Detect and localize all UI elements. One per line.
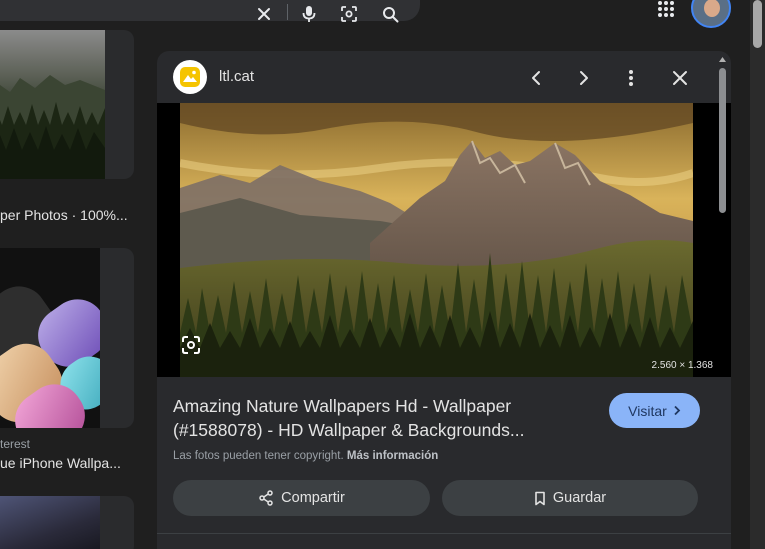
mic-icon[interactable]	[299, 4, 319, 24]
result-thumbnail[interactable]	[0, 248, 134, 428]
clear-search-icon[interactable]	[254, 4, 274, 24]
night-sky-thumbnail-image	[0, 496, 100, 549]
visit-button-label: Visitar	[628, 402, 667, 419]
result-thumbnail[interactable]	[0, 496, 134, 549]
save-button[interactable]: Guardar	[442, 480, 698, 516]
search-icon[interactable]	[380, 4, 400, 24]
iphone-wallpaper-thumbnail-image	[0, 248, 100, 428]
save-label: Guardar	[552, 490, 607, 506]
result-source: terest	[0, 437, 31, 451]
account-avatar[interactable]	[691, 0, 731, 28]
image-title-line[interactable]: (#1588078) - HD Wallpaper & Backgrounds.…	[173, 418, 543, 442]
results-column: per Photos · 100%... terest ue iPhone Wa…	[0, 0, 150, 549]
share-icon	[259, 490, 273, 506]
image-dimensions: 2.560 × 1.368	[651, 360, 713, 371]
forest-thumbnail-image	[0, 30, 105, 179]
share-label: Compartir	[281, 490, 345, 506]
close-icon[interactable]	[665, 63, 695, 93]
panel-scrollbar-thumb[interactable]	[719, 68, 726, 213]
share-button[interactable]: Compartir	[173, 480, 430, 516]
more-vert-icon[interactable]	[616, 63, 646, 93]
image-search-page: per Photos · 100%... terest ue iPhone Wa…	[0, 0, 765, 549]
image-title-line[interactable]: Amazing Nature Wallpapers Hd - Wallpaper	[173, 394, 543, 418]
chevron-right-icon	[674, 405, 681, 416]
visit-button[interactable]: Visitar	[609, 393, 700, 428]
mountain-landscape-image[interactable]	[180, 103, 693, 377]
panel-divider	[157, 533, 731, 534]
bookmark-icon	[535, 491, 545, 505]
page-scrollbar-thumb[interactable]	[753, 0, 762, 48]
site-name[interactable]: ltl.cat	[219, 68, 254, 85]
result-caption[interactable]: per Photos · 100%...	[0, 207, 128, 223]
chevron-right-icon[interactable]	[569, 63, 599, 93]
image-title-link[interactable]: Amazing Nature Wallpapers Hd - Wallpaper…	[173, 394, 543, 442]
scroll-up-arrow-icon[interactable]	[719, 57, 726, 62]
apps-grid-icon[interactable]	[656, 0, 676, 19]
result-thumbnail[interactable]	[0, 30, 134, 179]
ltl-cat-logo-icon[interactable]	[173, 60, 207, 94]
lens-search-icon[interactable]	[339, 4, 359, 24]
copyright-text: Las fotos pueden tener copyright.	[173, 450, 344, 462]
search-divider	[287, 4, 288, 20]
preview-image-container[interactable]	[157, 103, 731, 377]
image-preview-panel: ltl.cat 2.560 × 1.368 Amazing Nature Wal…	[157, 51, 731, 549]
copyright-notice: Las fotos pueden tener copyright. Más in…	[173, 450, 438, 462]
page-scrollbar[interactable]	[750, 0, 765, 549]
lens-icon[interactable]	[179, 333, 203, 357]
result-caption[interactable]: ue iPhone Wallpa...	[0, 455, 121, 471]
more-info-link[interactable]: Más información	[347, 450, 438, 462]
chevron-left-icon[interactable]	[521, 63, 551, 93]
